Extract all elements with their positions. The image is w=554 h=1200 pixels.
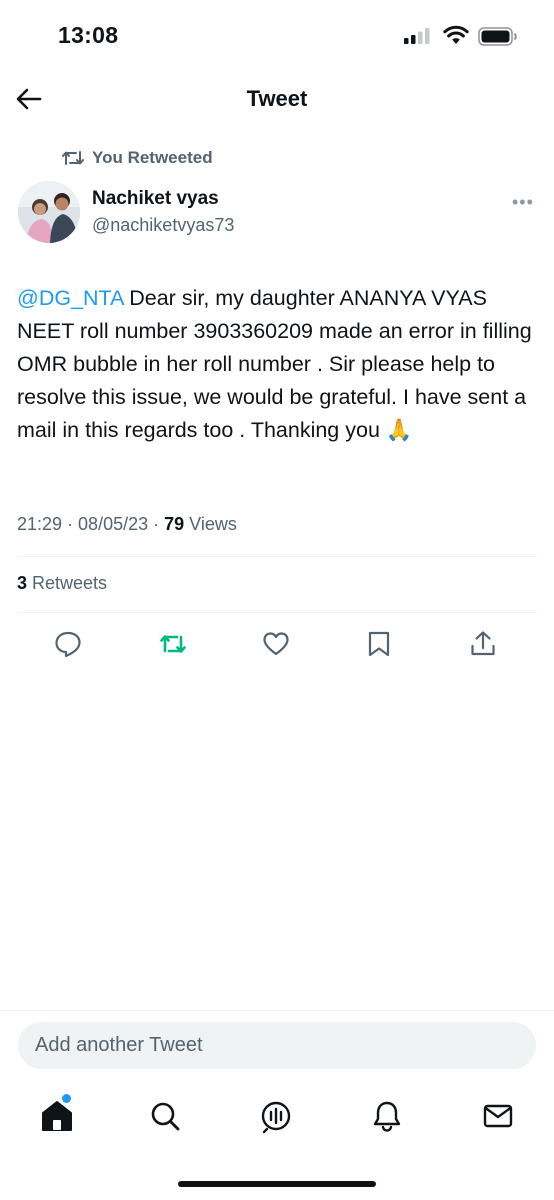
mention-link[interactable]: @DG_NTA [17, 286, 123, 310]
bookmark-icon[interactable] [364, 629, 394, 659]
back-arrow-icon[interactable] [14, 84, 44, 114]
retweets-count: 3 [17, 573, 28, 593]
retweet-context-label: You Retweeted [92, 148, 213, 167]
retweets-label: Retweets [27, 573, 108, 593]
tweet-text: @DG_NTA Dear sir, my daughter ANANYA VYA… [17, 282, 541, 447]
tweet-time: 21:29 [17, 514, 63, 534]
cellular-signal-icon [404, 28, 430, 44]
author-name[interactable]: Nachiket vyas [92, 188, 219, 210]
retweets-stat[interactable]: 3 Retweets [17, 573, 107, 594]
battery-icon [478, 27, 517, 46]
retweet-icon[interactable] [158, 629, 188, 659]
share-icon[interactable] [468, 629, 498, 659]
add-tweet-input[interactable]: Add another Tweet [18, 1022, 536, 1069]
divider [17, 612, 537, 613]
avatar-image [18, 181, 80, 243]
notifications-icon[interactable] [369, 1098, 405, 1134]
spaces-icon[interactable] [258, 1098, 294, 1134]
search-icon[interactable] [147, 1098, 183, 1134]
tweet-timestamp: 21:29 · 08/05/23 · 79 Views [17, 514, 237, 534]
like-icon[interactable] [261, 629, 291, 659]
status-time: 13:08 [58, 22, 119, 48]
folded-hands-emoji: 🙏 [385, 418, 413, 442]
author-handle[interactable]: @nachiketvyas73 [92, 215, 234, 236]
home-icon[interactable] [39, 1098, 75, 1134]
views-count: 79 [164, 514, 185, 534]
messages-icon[interactable] [480, 1098, 516, 1134]
avatar[interactable] [18, 181, 80, 243]
divider [0, 1010, 554, 1011]
retweet-context-icon [62, 151, 84, 165]
more-options-icon[interactable]: ••• [512, 192, 534, 213]
tweet-date: 08/05/23 [78, 514, 149, 534]
home-indicator [178, 1181, 376, 1187]
home-notification-dot [62, 1094, 71, 1103]
divider [17, 556, 537, 557]
reply-icon[interactable] [53, 629, 83, 659]
views-label: Views [184, 514, 237, 534]
page-title: Tweet [246, 86, 308, 111]
wifi-icon [443, 25, 469, 44]
